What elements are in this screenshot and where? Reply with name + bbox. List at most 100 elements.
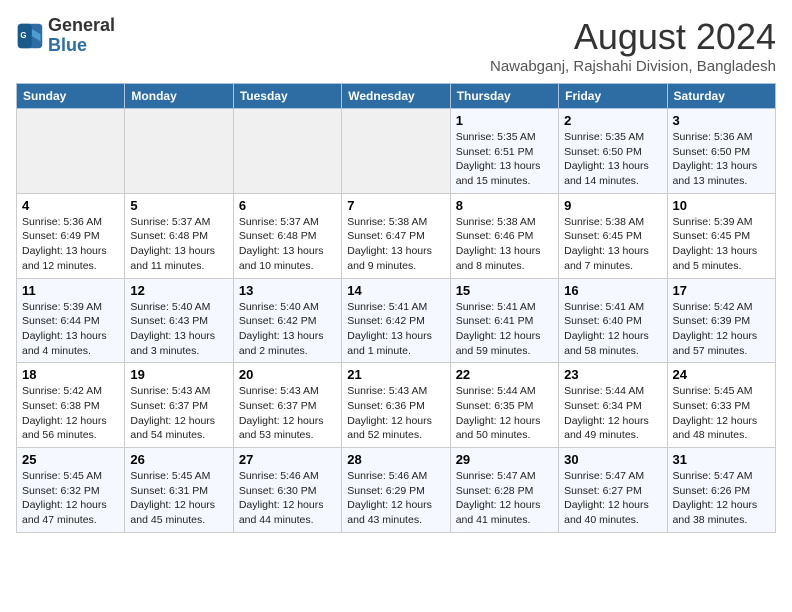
day-number: 19 bbox=[130, 367, 227, 382]
day-number: 10 bbox=[673, 198, 770, 213]
day-header-sunday: Sunday bbox=[17, 84, 125, 109]
calendar-body: 1Sunrise: 5:35 AM Sunset: 6:51 PM Daylig… bbox=[17, 109, 776, 533]
calendar-cell: 9Sunrise: 5:38 AM Sunset: 6:45 PM Daylig… bbox=[559, 193, 667, 278]
calendar-header: SundayMondayTuesdayWednesdayThursdayFrid… bbox=[17, 84, 776, 109]
day-number: 1 bbox=[456, 113, 553, 128]
day-number: 27 bbox=[239, 452, 336, 467]
day-number: 17 bbox=[673, 283, 770, 298]
day-number: 21 bbox=[347, 367, 444, 382]
calendar-cell: 7 Sunrise: 5:38 AM Sunset: 6:47 PM Daylig… bbox=[342, 193, 450, 278]
day-number: 2 bbox=[564, 113, 661, 128]
header-row: SundayMondayTuesdayWednesdayThursdayFrid… bbox=[17, 84, 776, 109]
svg-text:G: G bbox=[20, 31, 26, 40]
day-header-monday: Monday bbox=[125, 84, 233, 109]
cell-info: Sunrise: 5:39 AM Sunset: 6:44 PM Dayligh… bbox=[22, 300, 119, 359]
logo: G General Blue bbox=[16, 16, 115, 56]
calendar-cell bbox=[125, 109, 233, 194]
day-number: 7 bbox=[347, 198, 444, 213]
day-number: 8 bbox=[456, 198, 553, 213]
day-number: 16 bbox=[564, 283, 661, 298]
day-header-tuesday: Tuesday bbox=[233, 84, 341, 109]
cell-info: Sunrise: 5:42 AM Sunset: 6:38 PM Dayligh… bbox=[22, 384, 119, 443]
cell-info: Sunrise: 5:39 AM Sunset: 6:45 PM Dayligh… bbox=[673, 215, 770, 274]
day-number: 29 bbox=[456, 452, 553, 467]
calendar-cell: 27Sunrise: 5:46 AM Sunset: 6:30 PM Dayli… bbox=[233, 448, 341, 533]
cell-info: Sunrise: 5:47 AM Sunset: 6:27 PM Dayligh… bbox=[564, 469, 661, 528]
cell-info: Sunrise: 5:38 AM Sunset: 6:47 PM Dayligh… bbox=[347, 215, 444, 274]
day-number: 23 bbox=[564, 367, 661, 382]
cell-info: Sunrise: 5:41 AM Sunset: 6:42 PM Dayligh… bbox=[347, 300, 444, 359]
cell-info: Sunrise: 5:41 AM Sunset: 6:40 PM Dayligh… bbox=[564, 300, 661, 359]
cell-info: Sunrise: 5:46 AM Sunset: 6:29 PM Dayligh… bbox=[347, 469, 444, 528]
calendar-cell: 11Sunrise: 5:39 AM Sunset: 6:44 PM Dayli… bbox=[17, 278, 125, 363]
cell-info: Sunrise: 5:47 AM Sunset: 6:28 PM Dayligh… bbox=[456, 469, 553, 528]
day-number: 22 bbox=[456, 367, 553, 382]
calendar-cell: 24 Sunrise: 5:45 AM Sunset: 6:33 PM Dayli… bbox=[667, 363, 775, 448]
day-number: 30 bbox=[564, 452, 661, 467]
title-area: August 2024 Nawabganj, Rajshahi Division… bbox=[490, 16, 776, 75]
cell-info: Sunrise: 5:38 AM Sunset: 6:46 PM Dayligh… bbox=[456, 215, 553, 274]
cell-info: Sunrise: 5:37 AM Sunset: 6:48 PM Dayligh… bbox=[239, 215, 336, 274]
calendar-week-4: 18 Sunrise: 5:42 AM Sunset: 6:38 PM Dayli… bbox=[17, 363, 776, 448]
day-number: 13 bbox=[239, 283, 336, 298]
calendar-week-2: 4 Sunrise: 5:36 AM Sunset: 6:49 PM Daylig… bbox=[17, 193, 776, 278]
calendar-cell: 21 Sunrise: 5:43 AM Sunset: 6:36 PM Dayli… bbox=[342, 363, 450, 448]
calendar-week-5: 25Sunrise: 5:45 AM Sunset: 6:32 PM Dayli… bbox=[17, 448, 776, 533]
calendar-cell bbox=[17, 109, 125, 194]
calendar-cell: 3 Sunrise: 5:36 AM Sunset: 6:50 PM Daylig… bbox=[667, 109, 775, 194]
calendar-cell: 19 Sunrise: 5:43 AM Sunset: 6:37 PM Dayli… bbox=[125, 363, 233, 448]
calendar-cell: 29 Sunrise: 5:47 AM Sunset: 6:28 PM Dayli… bbox=[450, 448, 558, 533]
calendar-cell: 10 Sunrise: 5:39 AM Sunset: 6:45 PM Dayli… bbox=[667, 193, 775, 278]
day-header-friday: Friday bbox=[559, 84, 667, 109]
calendar-cell: 25Sunrise: 5:45 AM Sunset: 6:32 PM Dayli… bbox=[17, 448, 125, 533]
cell-info: Sunrise: 5:43 AM Sunset: 6:37 PM Dayligh… bbox=[130, 384, 227, 443]
cell-info: Sunrise: 5:38 AM Sunset: 6:45 PM Dayligh… bbox=[564, 215, 661, 274]
day-header-thursday: Thursday bbox=[450, 84, 558, 109]
calendar-cell: 18 Sunrise: 5:42 AM Sunset: 6:38 PM Dayli… bbox=[17, 363, 125, 448]
cell-info: Sunrise: 5:43 AM Sunset: 6:36 PM Dayligh… bbox=[347, 384, 444, 443]
day-number: 28 bbox=[347, 452, 444, 467]
day-number: 24 bbox=[673, 367, 770, 382]
cell-info: Sunrise: 5:45 AM Sunset: 6:31 PM Dayligh… bbox=[130, 469, 227, 528]
calendar-cell bbox=[233, 109, 341, 194]
calendar-cell: 22 Sunrise: 5:44 AM Sunset: 6:35 PM Dayli… bbox=[450, 363, 558, 448]
cell-info: Sunrise: 5:45 AM Sunset: 6:33 PM Dayligh… bbox=[673, 384, 770, 443]
day-number: 4 bbox=[22, 198, 119, 213]
cell-info: Sunrise: 5:47 AM Sunset: 6:26 PM Dayligh… bbox=[673, 469, 770, 528]
day-number: 26 bbox=[130, 452, 227, 467]
calendar-cell: 16 Sunrise: 5:41 AM Sunset: 6:40 PM Dayli… bbox=[559, 278, 667, 363]
calendar-cell: 15Sunrise: 5:41 AM Sunset: 6:41 PM Dayli… bbox=[450, 278, 558, 363]
cell-info: Sunrise: 5:44 AM Sunset: 6:35 PM Dayligh… bbox=[456, 384, 553, 443]
calendar-cell: 30 Sunrise: 5:47 AM Sunset: 6:27 PM Dayli… bbox=[559, 448, 667, 533]
day-number: 5 bbox=[130, 198, 227, 213]
calendar-cell bbox=[342, 109, 450, 194]
logo-text: General Blue bbox=[48, 16, 115, 56]
day-header-wednesday: Wednesday bbox=[342, 84, 450, 109]
day-number: 25 bbox=[22, 452, 119, 467]
calendar-cell: 8 Sunrise: 5:38 AM Sunset: 6:46 PM Daylig… bbox=[450, 193, 558, 278]
calendar-cell: 5 Sunrise: 5:37 AM Sunset: 6:48 PM Daylig… bbox=[125, 193, 233, 278]
calendar-cell: 14 Sunrise: 5:41 AM Sunset: 6:42 PM Dayli… bbox=[342, 278, 450, 363]
day-number: 14 bbox=[347, 283, 444, 298]
cell-info: Sunrise: 5:40 AM Sunset: 6:42 PM Dayligh… bbox=[239, 300, 336, 359]
calendar-cell: 1Sunrise: 5:35 AM Sunset: 6:51 PM Daylig… bbox=[450, 109, 558, 194]
cell-info: Sunrise: 5:43 AM Sunset: 6:37 PM Dayligh… bbox=[239, 384, 336, 443]
day-number: 18 bbox=[22, 367, 119, 382]
calendar-cell: 4 Sunrise: 5:36 AM Sunset: 6:49 PM Daylig… bbox=[17, 193, 125, 278]
calendar-table: SundayMondayTuesdayWednesdayThursdayFrid… bbox=[16, 83, 776, 533]
calendar-cell: 28 Sunrise: 5:46 AM Sunset: 6:29 PM Dayli… bbox=[342, 448, 450, 533]
day-number: 3 bbox=[673, 113, 770, 128]
cell-info: Sunrise: 5:36 AM Sunset: 6:49 PM Dayligh… bbox=[22, 215, 119, 274]
day-number: 15 bbox=[456, 283, 553, 298]
cell-info: Sunrise: 5:37 AM Sunset: 6:48 PM Dayligh… bbox=[130, 215, 227, 274]
day-number: 31 bbox=[673, 452, 770, 467]
calendar-cell: 17Sunrise: 5:42 AM Sunset: 6:39 PM Dayli… bbox=[667, 278, 775, 363]
cell-info: Sunrise: 5:40 AM Sunset: 6:43 PM Dayligh… bbox=[130, 300, 227, 359]
cell-info: Sunrise: 5:36 AM Sunset: 6:50 PM Dayligh… bbox=[673, 130, 770, 189]
calendar-week-1: 1Sunrise: 5:35 AM Sunset: 6:51 PM Daylig… bbox=[17, 109, 776, 194]
logo-icon: G bbox=[16, 22, 44, 50]
day-number: 20 bbox=[239, 367, 336, 382]
calendar-cell: 2 Sunrise: 5:35 AM Sunset: 6:50 PM Daylig… bbox=[559, 109, 667, 194]
subtitle: Nawabganj, Rajshahi Division, Bangladesh bbox=[490, 58, 776, 75]
cell-info: Sunrise: 5:35 AM Sunset: 6:50 PM Dayligh… bbox=[564, 130, 661, 189]
